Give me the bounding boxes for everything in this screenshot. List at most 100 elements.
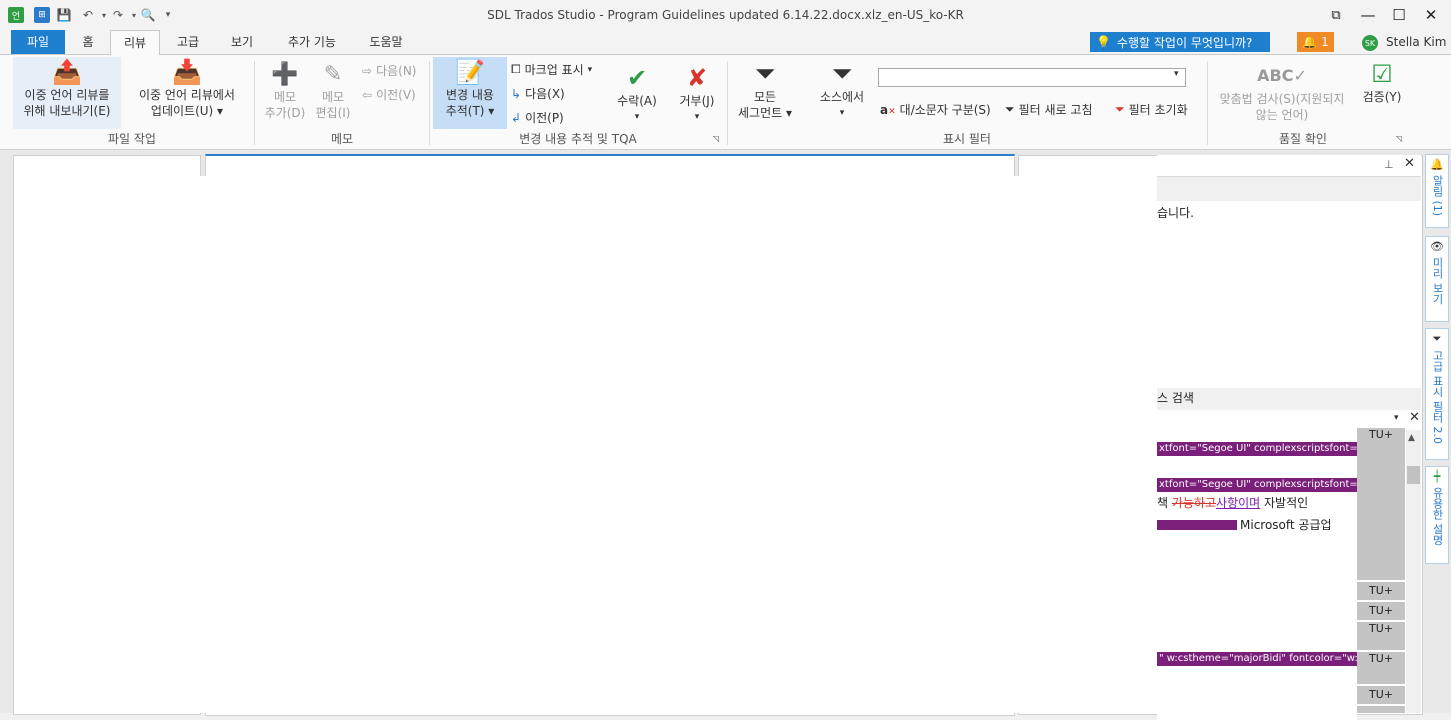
ribbon-tab-bar: 파일 홈 리뷰 고급 보기 추가 기능 도움말 💡 수행할 작업이 무엇입니까?…	[0, 30, 1451, 56]
update-bilingual-button[interactable]: 📥 이중 언어 리뷰에서 업데이트(U) ▾	[128, 57, 246, 129]
user-name[interactable]: Stella Kim	[1386, 35, 1446, 49]
tu-status-cell: TU+	[1357, 428, 1405, 580]
tab-advanced[interactable]: 고급	[166, 30, 210, 54]
panel-header	[1157, 155, 1421, 177]
notification-button[interactable]: 🔔 1	[1297, 32, 1334, 52]
dialog-launcher-icon[interactable]: ◹	[1396, 134, 1402, 143]
filter-search-input[interactable]	[878, 68, 1186, 87]
next-change-button[interactable]: ↳ 다음(X)	[511, 85, 565, 102]
segment-fragment: Microsoft 공급업	[1240, 518, 1332, 532]
tab-view[interactable]: 보기	[220, 30, 264, 54]
tab-file[interactable]: 파일	[11, 30, 65, 54]
show-markup-button[interactable]: ⧠ 마크업 표시 ▾	[511, 61, 592, 78]
side-tab-advanced-filter[interactable]: ⏷ 고급 표시 필터 2.0	[1425, 328, 1449, 460]
next-comment-icon: ⇨	[362, 63, 373, 78]
group-label-memo: 메모	[330, 132, 354, 146]
update-label-line2: 업데이트(U)	[150, 104, 214, 118]
funnel-source-icon: ⏷	[831, 59, 853, 89]
pin-icon[interactable]: ⊥	[1384, 158, 1394, 171]
edit-comment-icon: ✎	[323, 62, 343, 87]
prev-comment-button[interactable]: ⇦ 이전(V)	[362, 86, 416, 103]
tab-home[interactable]: 홈	[70, 30, 106, 54]
accept-change-button[interactable]: ✔ 수락(A) ▾	[612, 63, 662, 129]
spellcheck-button[interactable]: ABC✓ 맞춤법 검사(S)(지원되지 않는 언어)	[1212, 61, 1352, 129]
tag-row[interactable]: " w:cstheme="majorBidi" fontcolor="w:val…	[1157, 652, 1357, 666]
track-changes-icon: 📝	[455, 58, 485, 86]
case-sensitive-toggle[interactable]: a✕ 대/소문자 구분(S)	[880, 101, 991, 118]
all-segments-button[interactable]: ⏷ 모든 세그먼트 ▾	[733, 59, 797, 129]
segment-text[interactable]: 책 가능하고사항이며 자발적인	[1157, 494, 1308, 511]
side-tab-notifications[interactable]: 🔔 알림 (1)	[1425, 154, 1449, 228]
filter-source-label: 소스에서	[819, 90, 865, 104]
dialog-launcher-icon[interactable]: ◹	[713, 134, 719, 143]
add-comment-button[interactable]: ➕ 메모 추가(D)	[262, 61, 308, 129]
group-separator	[254, 61, 255, 145]
tab-help[interactable]: 도움말	[358, 30, 414, 54]
eye-icon: 👁	[1430, 240, 1444, 253]
tu-status-cell: TU+	[1357, 602, 1405, 620]
segment-text-prefix: 책	[1157, 496, 1172, 510]
maximize-button[interactable]: ☐	[1386, 4, 1412, 26]
next-comment-button[interactable]: ⇨ 다음(N)	[362, 62, 416, 79]
markup-icon: ⧠	[511, 62, 521, 76]
tag-row[interactable]: xtfont="Segoe UI" complexscriptsfont="S	[1157, 442, 1357, 456]
show-markup-label: 마크업 표시	[524, 63, 584, 77]
funnel-icon: ⏷	[1432, 332, 1442, 345]
side-tab-label: 미리 보기	[1431, 257, 1444, 305]
reject-change-button[interactable]: ✘ 거부(J) ▾	[672, 63, 722, 129]
tu-status-cell: TU+	[1357, 582, 1405, 600]
tell-me-box[interactable]: 💡 수행할 작업이 무엇입니까?	[1090, 32, 1270, 52]
panel-subheader	[1157, 177, 1421, 201]
tag-row[interactable]: xtfont="Segoe UI" complexscriptsfont="S	[1157, 478, 1357, 492]
group-label-filter: 표시 필터	[943, 132, 991, 146]
tag-marker	[1157, 520, 1237, 530]
filter-source-button[interactable]: ⏷ 소스에서 ▾	[812, 59, 872, 129]
refresh-filter-icon: ⏷	[1005, 102, 1015, 116]
segment-text-suffix: 자발적인	[1260, 496, 1309, 510]
verify-button[interactable]: ☑ 검증(Y)	[1356, 59, 1408, 129]
side-tab-label: 유용한 설명	[1431, 487, 1444, 546]
export-bilingual-button[interactable]: 📤 이중 언어 리뷰를 위해 내보내기(E)	[13, 57, 121, 129]
close-button[interactable]: ✕	[1418, 4, 1444, 26]
tu-status-cell: TU+	[1357, 652, 1405, 684]
search-panel-header	[1157, 388, 1421, 410]
case-sensitive-icon: a✕	[880, 102, 896, 117]
refresh-filter-button[interactable]: ⏷ 필터 새로 고침	[1005, 101, 1092, 118]
reject-x-icon: ✘	[686, 64, 708, 92]
tab-review[interactable]: 리뷰	[110, 30, 160, 56]
update-label-line1: 이중 언어 리뷰에서	[139, 88, 235, 102]
prev-change-button[interactable]: ↲ 이전(P)	[511, 109, 564, 126]
lightbulb-icon: 💡	[1096, 35, 1111, 49]
add-comment-icon: ➕	[271, 62, 299, 87]
side-tab-useful-tips[interactable]: ┿ 유용한 설명	[1425, 466, 1449, 564]
all-segments-label2: 세그먼트	[737, 106, 783, 120]
reset-filter-button[interactable]: ⏷ 필터 초기화	[1115, 101, 1188, 118]
bell-icon: 🔔	[1302, 35, 1318, 49]
spellcheck-label2: 않는 언어)	[1255, 108, 1309, 122]
tab-add-ins[interactable]: 추가 기능	[276, 30, 348, 54]
track-changes-label2: 추적(T)	[445, 104, 485, 118]
side-tab-preview[interactable]: 👁 미리 보기	[1425, 236, 1449, 322]
restore-icon[interactable]: ⧉	[1323, 4, 1349, 26]
deleted-text: 가능하고	[1171, 496, 1217, 510]
avatar[interactable]: SK	[1362, 35, 1378, 51]
minimize-button[interactable]: —	[1355, 4, 1381, 26]
export-label-line2: 위해 내보내기(E)	[23, 104, 111, 118]
filter-dropdown-icon[interactable]: ▾	[1174, 69, 1179, 79]
edit-comment-button[interactable]: ✎ 메모 편집(I)	[310, 61, 356, 129]
track-changes-button[interactable]: 📝 변경 내용 추적(T) ▾	[433, 57, 507, 129]
panel-close-icon[interactable]: ✕	[1404, 156, 1415, 171]
prev-comment-label: 이전(V)	[376, 88, 416, 102]
track-changes-label1: 변경 내용	[446, 88, 494, 102]
panel-dropdown-icon[interactable]: ▾	[1394, 413, 1399, 423]
scrollbar-thumb[interactable]	[1407, 466, 1420, 484]
notification-count: 1	[1321, 35, 1329, 49]
group-separator	[1207, 61, 1208, 145]
spellcheck-label1: 맞춤법 검사(S)(지원되지	[1219, 92, 1345, 106]
edit-comment-label2: 편집(I)	[315, 106, 351, 120]
search-panel-close-icon[interactable]: ✕	[1409, 410, 1420, 425]
group-label-qa: 품질 확인	[1279, 132, 1327, 146]
export-label-line1: 이중 언어 리뷰를	[24, 88, 110, 102]
reset-filter-label: 필터 초기화	[1128, 103, 1188, 117]
scroll-up-icon[interactable]: ▲	[1408, 433, 1415, 443]
